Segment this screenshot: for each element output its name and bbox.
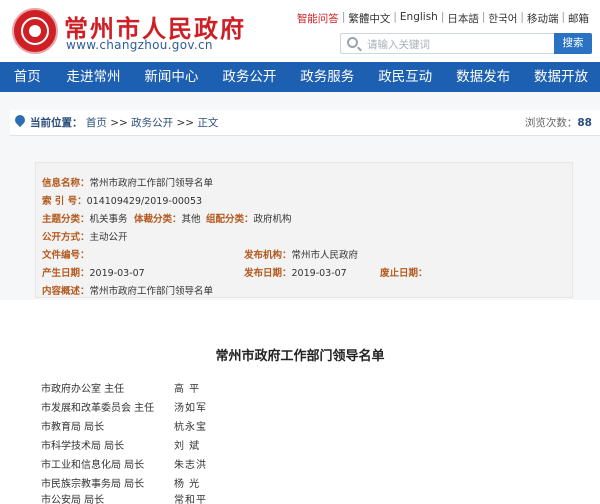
document-title: 常州市政府工作部门领导名单 <box>215 349 385 364</box>
info-org-label: 组配分类： <box>206 214 254 225</box>
nav-item-gov-affairs[interactable]: 政务公开 <box>210 62 288 92</box>
list-item: 市民族宗教事务局 局长 杨 光 <box>41 475 199 490</box>
nav-item-about[interactable]: 走进常州 <box>55 62 133 92</box>
leader-name: 常和平 <box>174 495 207 504</box>
search-placeholder: 请输入关键词 <box>367 39 430 51</box>
link-korean[interactable]: 한국어 <box>485 11 520 26</box>
nav-item-interaction[interactable]: 政民互动 <box>366 62 444 92</box>
breadcrumb-current: 正文 <box>197 117 219 129</box>
location-pin-icon <box>12 112 28 128</box>
info-published-value: 2019-03-07 <box>291 268 347 279</box>
list-item: 市发展和改革委员会 主任 汤如军 <box>41 399 206 414</box>
info-published-label: 发布日期： <box>244 268 292 279</box>
info-topic-label: 主题分类： <box>42 214 90 225</box>
info-name-label: 信息名称： <box>42 178 90 189</box>
nav-item-news[interactable]: 新闻中心 <box>132 62 210 92</box>
breadcrumb: 当前位置： 首页 >> 政务公开 >> 正文 浏览次数：88 <box>10 110 600 136</box>
info-created-value: 2019-03-07 <box>89 268 145 279</box>
breadcrumb-home[interactable]: 首页 <box>86 117 107 129</box>
nav-item-open-data[interactable]: 数据开放 <box>522 62 600 92</box>
info-index-value: 014109429/2019-00053 <box>86 196 203 207</box>
info-genre-label: 体裁分类： <box>134 214 182 225</box>
leader-name: 杨 光 <box>174 479 201 490</box>
breadcrumb-gov-affairs[interactable]: 政务公开 <box>131 117 173 129</box>
list-item: 市政府办公室 主任 高 平 <box>41 380 199 395</box>
list-item: 市科学技术局 局长 刘 斌 <box>41 437 199 452</box>
document-metadata: 信息名称：常州市政府工作部门领导名单 索 引 号：014109429/2019-… <box>35 162 573 298</box>
info-created-label: 产生日期： <box>42 268 90 279</box>
list-item: 市教育局 局长 杭永宝 <box>41 418 206 433</box>
link-mobile[interactable]: 移动端 <box>524 11 562 26</box>
government-logo-icon[interactable] <box>12 8 58 54</box>
leader-name: 汤如军 <box>174 403 207 414</box>
breadcrumb-label: 当前位置： <box>30 117 83 129</box>
link-english[interactable]: English <box>397 11 441 26</box>
info-name-value: 常州市政府工作部门领导名单 <box>89 178 214 189</box>
info-topic-value: 机关事务 <box>89 214 128 225</box>
leader-dept: 市工业和信息化局 局长 <box>41 460 145 471</box>
info-issuer-value: 常州市人民政府 <box>291 250 359 261</box>
info-index-label: 索 引 号： <box>42 196 87 207</box>
link-mailbox[interactable]: 邮箱 <box>565 11 592 26</box>
info-org-value: 政府机构 <box>253 214 292 225</box>
list-item: 市公安局 局长 常和平 <box>41 491 206 504</box>
leader-name: 杭永宝 <box>174 422 207 433</box>
leader-dept: 市教育局 局长 <box>41 422 105 433</box>
leader-dept: 市民族宗教事务局 局长 <box>41 479 145 490</box>
search-icon <box>347 37 358 48</box>
view-counter-label: 浏览次数： <box>524 117 578 129</box>
view-counter-value: 88 <box>577 117 592 129</box>
top-links: 智能问答 | 繁體中文 | English | 日本語 | 한국어 | 移动端 | 邮箱 <box>294 11 592 26</box>
info-mode-label: 公开方式： <box>42 232 90 243</box>
info-issuer-label: 发布机构： <box>244 250 292 261</box>
info-docno-label: 文件编号： <box>42 250 90 261</box>
leader-dept: 市科学技术局 局长 <box>41 441 125 452</box>
leader-dept: 市政府办公室 主任 <box>41 384 125 395</box>
leader-name: 朱志洪 <box>174 460 207 471</box>
leader-dept: 市公安局 局长 <box>41 495 105 504</box>
site-header: 常州市人民政府 www.changzhou.gov.cn 智能问答 | 繁體中文 |… <box>0 0 600 62</box>
link-japanese[interactable]: 日本語 <box>444 11 482 26</box>
main-nav: 首页 走进常州 新闻中心 政务公开 政务服务 政民互动 数据发布 数据开放 <box>0 62 600 92</box>
info-summary-label: 内容概述： <box>42 286 90 297</box>
breadcrumb-sep: >> <box>110 117 128 129</box>
list-item: 市工业和信息化局 局长 朱志洪 <box>41 456 206 471</box>
link-traditional-chinese[interactable]: 繁體中文 <box>345 11 393 26</box>
leader-dept: 市发展和改革委员会 主任 <box>41 403 155 414</box>
search-input[interactable]: 请输入关键词 <box>340 33 554 54</box>
breadcrumb-sep: >> <box>176 117 195 129</box>
view-counter: 浏览次数：88 <box>525 115 592 130</box>
nav-item-home[interactable]: 首页 <box>0 62 55 92</box>
nav-item-data-release[interactable]: 数据发布 <box>444 62 522 92</box>
leader-name: 高 平 <box>174 384 201 395</box>
info-mode-value: 主动公开 <box>89 232 128 243</box>
info-genre-value: 其他 <box>181 214 201 225</box>
link-smart-qa[interactable]: 智能问答 <box>294 11 342 26</box>
leader-name: 刘 斌 <box>174 441 201 452</box>
search-button[interactable]: 搜索 <box>554 33 592 54</box>
info-abolished-label: 废止日期： <box>380 268 428 279</box>
nav-item-services[interactable]: 政务服务 <box>288 62 366 92</box>
info-summary-value: 常州市政府工作部门领导名单 <box>89 286 214 297</box>
site-url: www.changzhou.gov.cn <box>66 38 213 52</box>
